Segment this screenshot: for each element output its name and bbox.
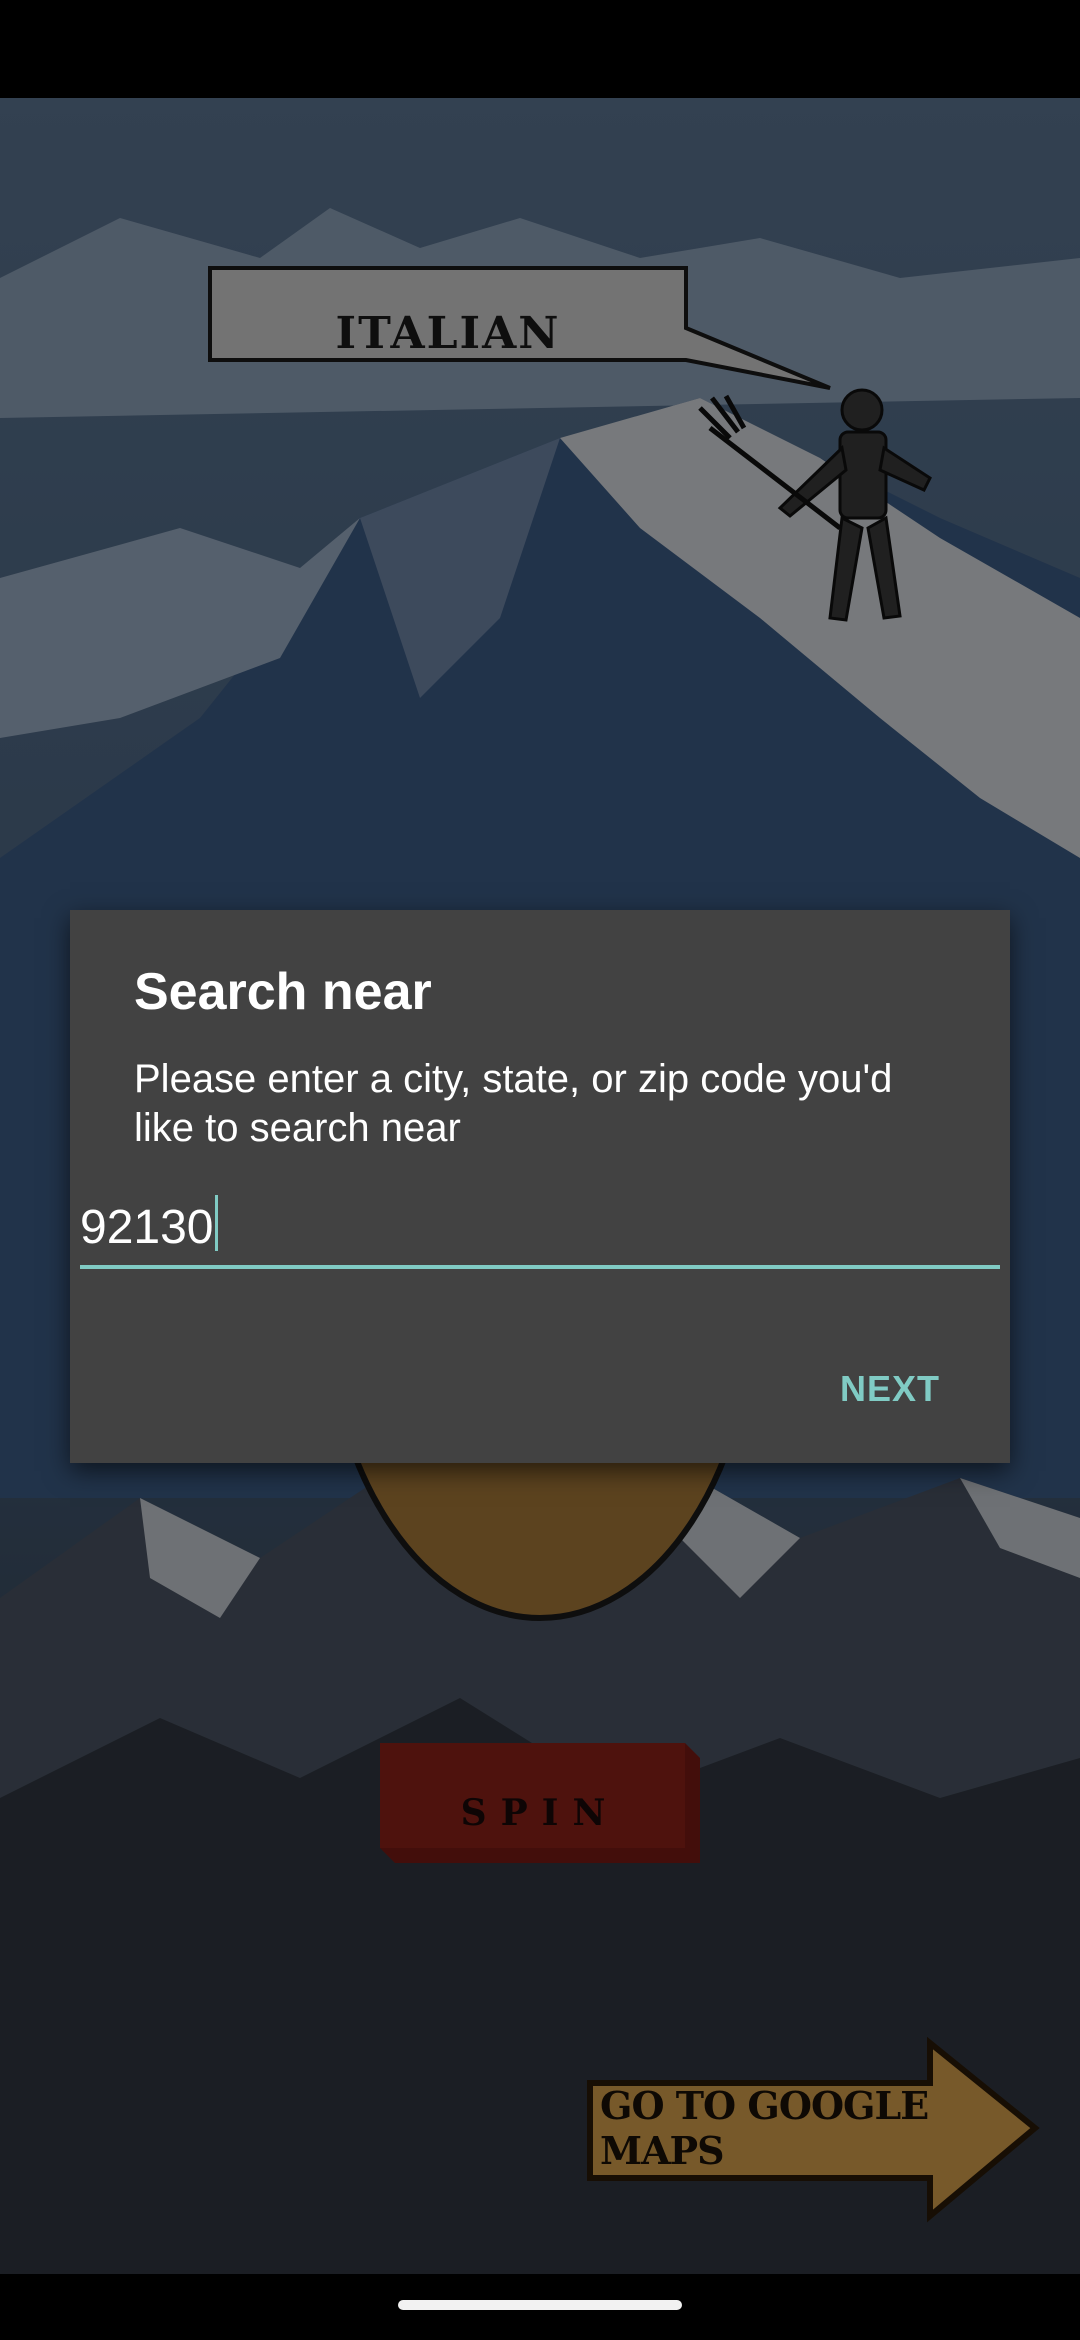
- text-cursor: [215, 1195, 219, 1251]
- status-bar: [0, 0, 1080, 98]
- location-input-text: 92130: [80, 1201, 214, 1254]
- home-indicator[interactable]: [398, 2300, 682, 2310]
- search-near-dialog: Search near Please enter a city, state, …: [70, 910, 1010, 1463]
- navigation-bar: [0, 2274, 1080, 2340]
- location-input[interactable]: 92130: [80, 1185, 1000, 1269]
- dialog-message: Please enter a city, state, or zip code …: [134, 1057, 893, 1150]
- dialog-title: Search near: [134, 963, 432, 1021]
- next-button[interactable]: NEXT: [840, 1360, 940, 1418]
- location-input-value[interactable]: 92130: [80, 1195, 219, 1255]
